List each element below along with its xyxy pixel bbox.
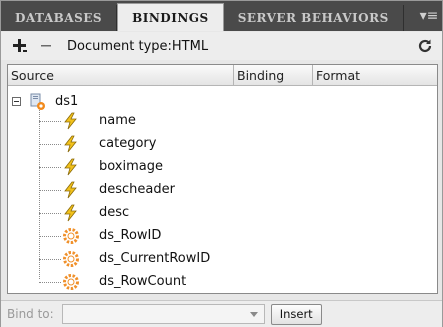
chevron-down-icon [249,312,258,317]
lightning-icon [64,112,77,130]
dataset-icon [30,93,45,110]
bind-to-label: Bind to: [7,307,54,321]
column-header-binding[interactable]: Binding [234,65,313,85]
remove-binding-button[interactable] [35,35,57,57]
tree-connector [39,190,61,191]
tab-databases[interactable]: DATABASES [1,5,118,31]
tree-connector [39,282,61,283]
bindings-panel: DATABASES BINDINGS SERVER BEHAVIORS ▾≡ D… [0,0,443,327]
tree-connector [39,236,61,237]
tree-node-ds1[interactable]: ds1 [12,90,78,113]
document-type-label: Document type:HTML [67,38,209,54]
lightning-icon [64,181,77,199]
lightning-icon [64,135,77,153]
column-header-format[interactable]: Format [313,65,437,85]
tree-item-label: category [99,136,157,151]
tree-connector [39,121,61,122]
tree-connector [39,259,61,260]
tree-connector [39,213,61,214]
bindings-toolbar: Document type:HTML [1,32,442,60]
tree-item-label: descheader [99,182,175,197]
panel-options-menu-icon[interactable]: ▾≡ [416,1,442,31]
bind-to-bar: Bind to: Insert [1,300,442,327]
tree-connector [39,167,61,168]
tree-connector [39,144,61,145]
bindings-table: Source Binding Format ds1 name category … [7,64,438,294]
tab-bindings[interactable]: BINDINGS [117,3,224,31]
tree-item-label: name [99,113,136,128]
add-binding-button[interactable] [9,35,31,57]
refresh-button[interactable] [414,35,436,57]
tree-item-label: boximage [99,159,163,174]
lightning-icon [64,158,77,176]
tree-item-label: ds_RowID [99,228,162,243]
tree-node-label: ds1 [55,94,79,109]
insert-button[interactable]: Insert [270,303,322,325]
refresh-icon [418,39,432,53]
table-header: Source Binding Format [8,65,437,86]
plus-icon [13,39,27,52]
tree-item-label: ds_RowCount [99,274,187,289]
tree-item-label: ds_CurrentRowID [99,251,211,266]
panel-tab-bar: DATABASES BINDINGS SERVER BEHAVIORS ▾≡ [1,1,442,31]
bind-to-select[interactable] [61,304,265,324]
gear-icon [63,228,79,244]
minus-icon [41,45,51,47]
collapse-toggle-icon[interactable] [12,97,21,106]
lightning-icon [64,204,77,222]
tree-item-label: desc [99,205,130,220]
gear-icon [63,274,79,290]
column-header-source[interactable]: Source [8,65,234,85]
tree-connector-line [39,110,40,279]
tab-server-behaviors[interactable]: SERVER BEHAVIORS [224,5,404,31]
gear-icon [63,251,79,267]
